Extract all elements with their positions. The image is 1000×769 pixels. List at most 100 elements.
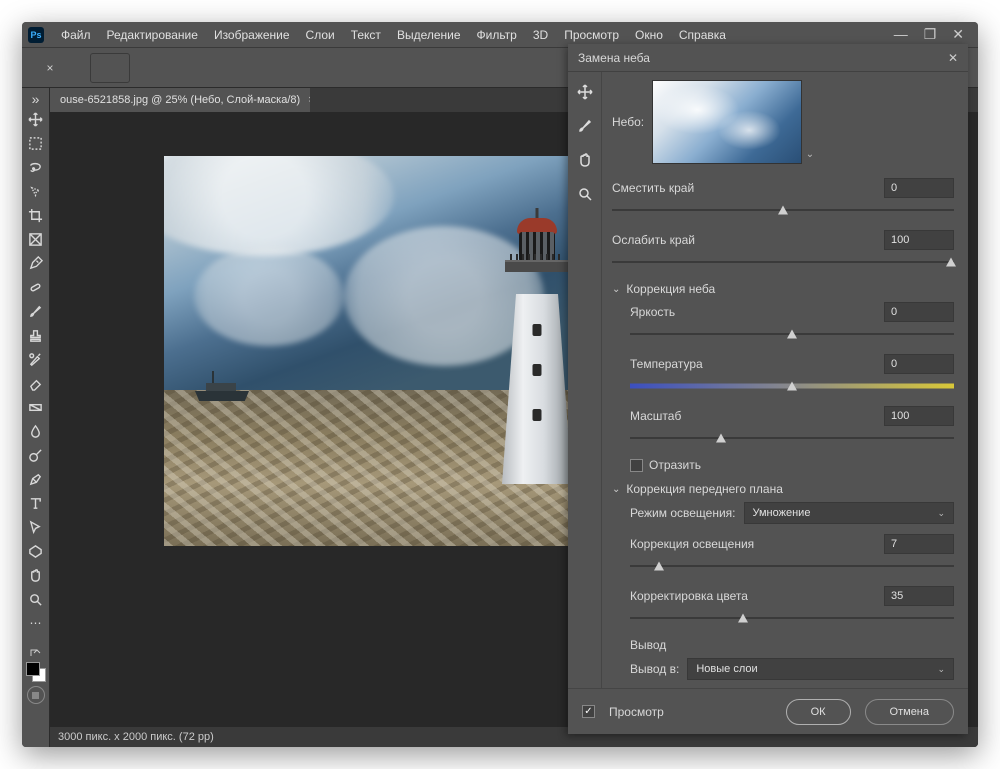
- foreground-adjust-section[interactable]: ⌄ Коррекция переднего плана: [612, 482, 954, 496]
- dialog-move-tool-icon[interactable]: [573, 80, 597, 104]
- sky-replacement-dialog: Замена неба ✕ Небо: ⌄ Сместить край: [568, 44, 968, 734]
- shape-tool-icon[interactable]: [24, 540, 48, 562]
- flip-checkbox[interactable]: [630, 459, 643, 472]
- crop-tool-icon[interactable]: [24, 204, 48, 226]
- menu-window[interactable]: Окно: [628, 25, 670, 45]
- cancel-button[interactable]: Отмена: [865, 699, 954, 725]
- eraser-tool-icon[interactable]: [24, 372, 48, 394]
- temperature-track[interactable]: [630, 378, 954, 394]
- menu-edit[interactable]: Редактирование: [100, 25, 205, 45]
- menu-file[interactable]: Файл: [54, 25, 98, 45]
- quick-mask-icon[interactable]: [27, 686, 45, 704]
- gradient-tool-icon[interactable]: [24, 396, 48, 418]
- app-window: Ps Файл Редактирование Изображение Слои …: [22, 22, 978, 747]
- menu-filter[interactable]: Фильтр: [470, 25, 524, 45]
- color-adjust-track[interactable]: [630, 610, 954, 626]
- stamp-tool-icon[interactable]: [24, 324, 48, 346]
- output-dropdown[interactable]: Новые слои ⌄: [687, 658, 954, 680]
- marquee-tool-icon[interactable]: [24, 132, 48, 154]
- shift-edge-track[interactable]: [612, 202, 954, 218]
- flip-checkbox-row[interactable]: Отразить: [630, 458, 954, 472]
- close-icon[interactable]: ✕: [952, 26, 964, 43]
- brightness-label: Яркость: [630, 305, 884, 319]
- menu-image[interactable]: Изображение: [207, 25, 297, 45]
- brightness-value[interactable]: 0: [884, 302, 954, 322]
- main-menu: Файл Редактирование Изображение Слои Тек…: [54, 25, 733, 45]
- light-adjust-track[interactable]: [630, 558, 954, 574]
- preview-label: Просмотр: [609, 705, 664, 719]
- color-adjust-slider: Корректировка цвета 35: [630, 586, 954, 626]
- scale-label: Масштаб: [630, 409, 884, 423]
- foreground-adjust-title: Коррекция переднего плана: [626, 482, 783, 496]
- color-adjust-label: Корректировка цвета: [630, 589, 884, 603]
- color-swatches[interactable]: [26, 648, 46, 704]
- fade-edge-label: Ослабить край: [612, 233, 884, 247]
- light-mode-value: Умножение: [753, 507, 811, 519]
- scale-value[interactable]: 100: [884, 406, 954, 426]
- output-label: Вывод в:: [630, 662, 679, 676]
- pen-tool-icon[interactable]: [24, 468, 48, 490]
- dialog-close-icon[interactable]: ✕: [948, 51, 958, 65]
- menu-type[interactable]: Текст: [344, 25, 388, 45]
- fade-edge-value[interactable]: 100: [884, 230, 954, 250]
- blur-tool-icon[interactable]: [24, 420, 48, 442]
- shift-edge-slider: Сместить край 0: [612, 178, 954, 218]
- brightness-track[interactable]: [630, 326, 954, 342]
- dialog-hand-tool-icon[interactable]: [573, 148, 597, 172]
- temperature-label: Температура: [630, 357, 884, 371]
- output-section: Вывод: [630, 638, 954, 652]
- menu-select[interactable]: Выделение: [390, 25, 468, 45]
- temperature-value[interactable]: 0: [884, 354, 954, 374]
- move-tool-icon[interactable]: [24, 108, 48, 130]
- frame-tool-icon[interactable]: [24, 228, 48, 250]
- healing-tool-icon[interactable]: [24, 276, 48, 298]
- chevron-down-icon: ⌄: [612, 484, 620, 495]
- sky-preset-label: Небо:: [612, 115, 652, 129]
- hand-tool-icon[interactable]: [24, 564, 48, 586]
- light-adjust-value[interactable]: 7: [884, 534, 954, 554]
- canvas-image: [164, 156, 612, 546]
- menu-view[interactable]: Просмотр: [557, 25, 626, 45]
- shift-edge-value[interactable]: 0: [884, 178, 954, 198]
- path-select-tool-icon[interactable]: [24, 516, 48, 538]
- zoom-tool-icon[interactable]: [24, 588, 48, 610]
- brush-tool-icon[interactable]: [24, 300, 48, 322]
- light-adjust-slider: Коррекция освещения 7: [630, 534, 954, 574]
- temperature-slider: Температура 0: [630, 354, 954, 394]
- minimize-icon[interactable]: —: [894, 26, 908, 43]
- dialog-zoom-tool-icon[interactable]: [573, 182, 597, 206]
- foreground-color-swatch[interactable]: [26, 662, 40, 676]
- move-tool-option-icon[interactable]: [90, 53, 130, 83]
- menu-help[interactable]: Справка: [672, 25, 733, 45]
- document-tab[interactable]: ouse-6521858.jpg @ 25% (Небо, Слой-маска…: [50, 88, 310, 112]
- sky-preset-dropdown-icon[interactable]: ⌄: [802, 80, 818, 164]
- quick-select-tool-icon[interactable]: [24, 180, 48, 202]
- color-adjust-value[interactable]: 35: [884, 586, 954, 606]
- sky-adjust-section[interactable]: ⌄ Коррекция неба: [612, 282, 954, 296]
- maximize-icon[interactable]: ❐: [924, 26, 937, 43]
- brightness-slider: Яркость 0: [630, 302, 954, 342]
- menu-layer[interactable]: Слои: [299, 25, 342, 45]
- preview-checkbox[interactable]: ✓: [582, 705, 595, 718]
- ok-button[interactable]: ОК: [786, 699, 851, 725]
- history-brush-tool-icon[interactable]: [24, 348, 48, 370]
- chevron-down-icon: ⌄: [612, 284, 620, 295]
- type-tool-icon[interactable]: [24, 492, 48, 514]
- output-value: Новые слои: [696, 663, 757, 675]
- sky-preset-thumbnail[interactable]: [652, 80, 802, 164]
- scale-track[interactable]: [630, 430, 954, 446]
- lasso-tool-icon[interactable]: [24, 156, 48, 178]
- more-tools-icon[interactable]: ⋯: [24, 612, 48, 634]
- light-mode-dropdown[interactable]: Умножение ⌄: [744, 502, 955, 524]
- dialog-brush-tool-icon[interactable]: [573, 114, 597, 138]
- scale-slider: Масштаб 100: [630, 406, 954, 446]
- dodge-tool-icon[interactable]: [24, 444, 48, 466]
- toolbar-expand-icon[interactable]: »: [24, 92, 48, 106]
- tab-closer[interactable]: ×: [30, 61, 70, 75]
- eyedropper-tool-icon[interactable]: [24, 252, 48, 274]
- sky-adjust-title: Коррекция неба: [626, 282, 715, 296]
- menu-3d[interactable]: 3D: [526, 25, 555, 45]
- dialog-toolbar: [568, 72, 602, 688]
- document-tab-close-icon[interactable]: ×: [308, 94, 310, 106]
- fade-edge-track[interactable]: [612, 254, 954, 270]
